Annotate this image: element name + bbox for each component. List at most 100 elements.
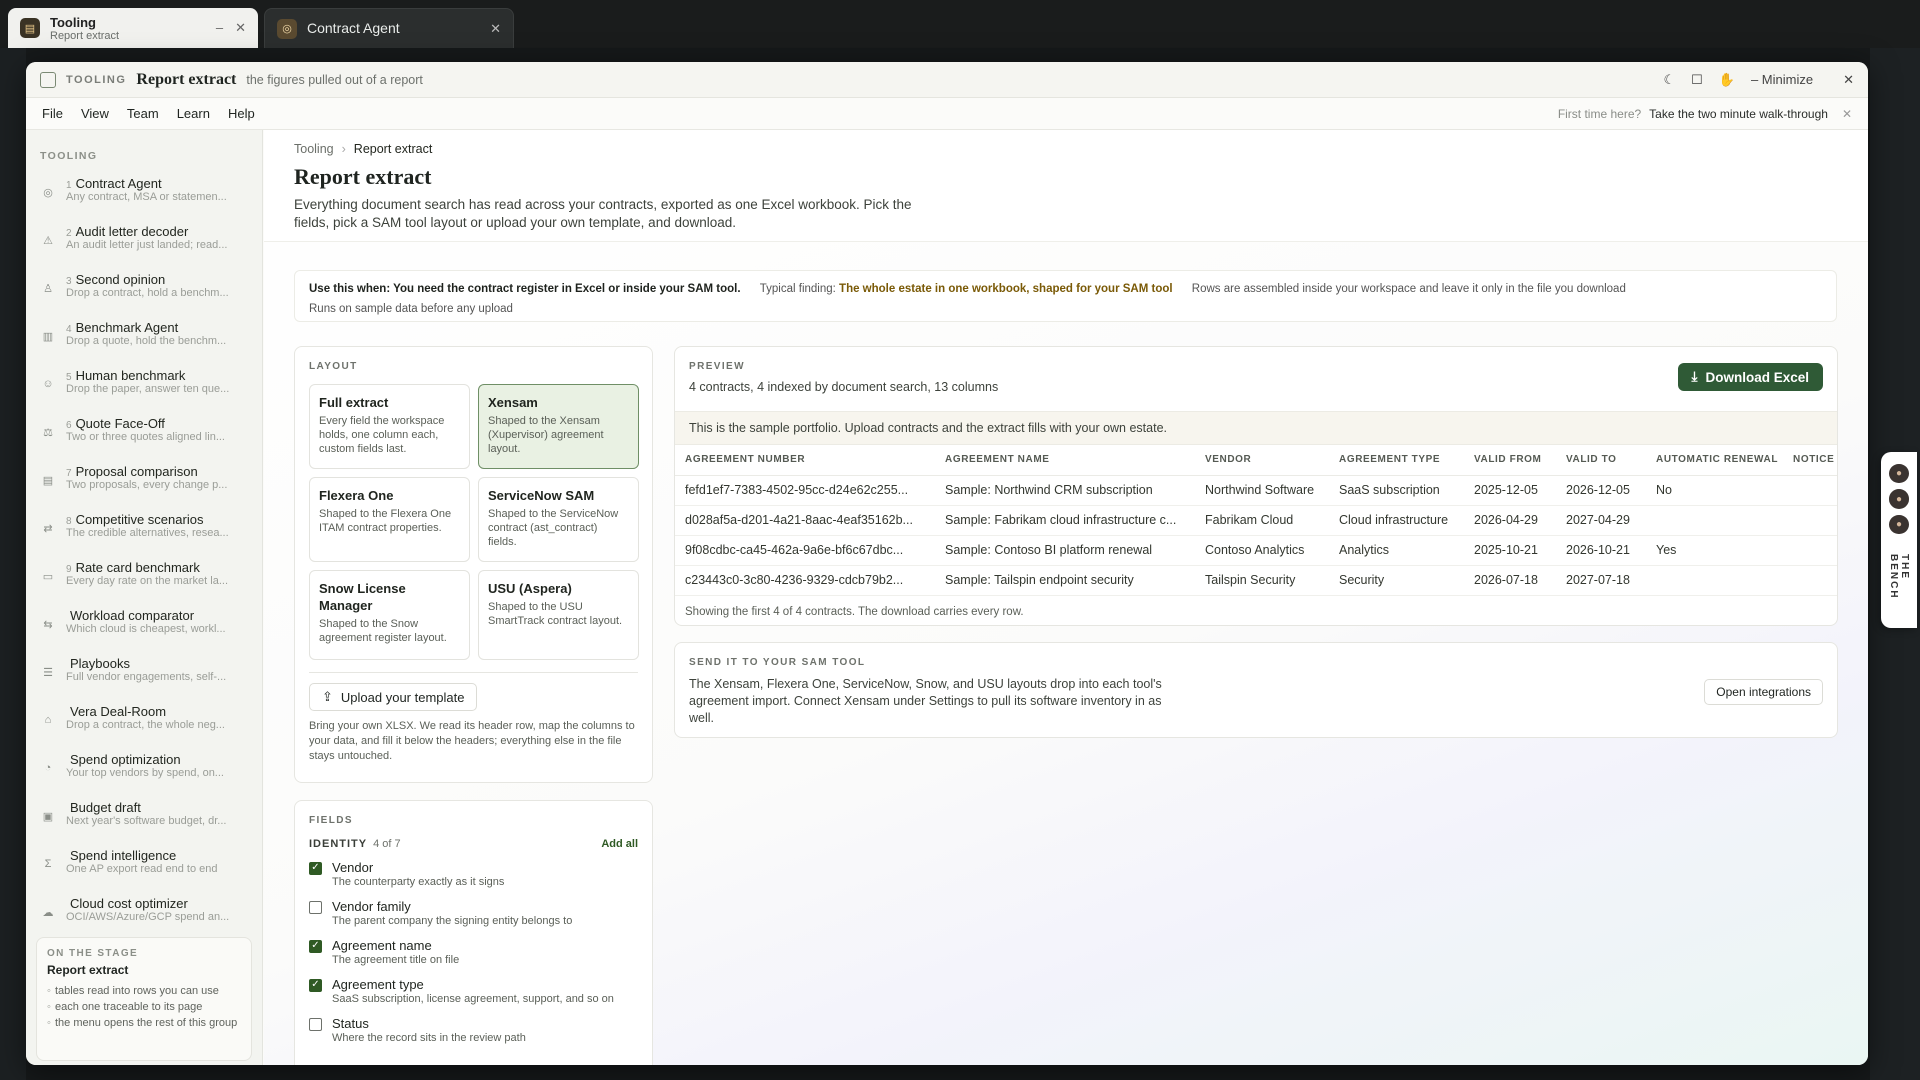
field-checkbox[interactable]: ✓	[309, 940, 322, 953]
tab-close-icon[interactable]: ✕	[235, 20, 246, 36]
bench-label: THE BENCH	[1888, 554, 1910, 600]
field-checkbox[interactable]: ✓	[309, 862, 322, 875]
field-name: Vendor	[332, 860, 374, 875]
close-icon[interactable]: ✕	[1843, 72, 1854, 88]
browser-tab-contract-agent[interactable]: ◎ Contract Agent ✕	[264, 8, 514, 48]
layout-option-card[interactable]: USU (Aspera) Shaped to the USU SmartTrac…	[478, 570, 639, 660]
sidebar-item[interactable]: ◎ 1 Contract Agent Any contract, MSA or s…	[26, 170, 262, 218]
column-header[interactable]: VALID TO	[1556, 445, 1646, 476]
window-titlebar: TOOLING Report extract the figures pulle…	[26, 62, 1868, 98]
sidebar-item[interactable]: ♙ 3 Second opinion Drop a contract, hold …	[26, 266, 262, 314]
sidebar-item-desc: Drop the paper, answer ten que...	[66, 383, 230, 395]
column-header[interactable]: NOTICE P	[1783, 445, 1837, 476]
layout-option-card[interactable]: Snow License Manager Shaped to the Snow …	[309, 570, 470, 660]
app-window: TOOLING Report extract the figures pulle…	[26, 62, 1868, 1065]
field-checkbox[interactable]	[309, 901, 322, 914]
sidebar-item[interactable]: ⌂ Vera Deal-Room Drop a contract, the wh…	[26, 698, 262, 746]
sidebar-item-label: 6 Quote Face-Off	[66, 416, 165, 431]
sidebar-item[interactable]: ☰ Playbooks Full vendor engagements, sel…	[26, 650, 262, 698]
field-checkbox[interactable]	[309, 1018, 322, 1031]
tab-close-icon[interactable]: ✕	[490, 21, 501, 37]
user-check-icon: ☺	[42, 378, 54, 390]
menu-view[interactable]: View	[81, 106, 109, 121]
download-excel-button[interactable]: ⤓ Download Excel	[1677, 363, 1823, 391]
field-checkbox[interactable]: ✓	[309, 979, 322, 992]
layout-options: Full extract Every field the workspace h…	[309, 384, 639, 660]
tab-title: Contract Agent	[307, 20, 400, 36]
layout-option-desc: Shaped to the Snow agreement register la…	[319, 618, 447, 644]
field-desc: The parent company the signing entity be…	[332, 915, 573, 927]
sidebar-item[interactable]: ▭ 9 Rate card benchmark Every day rate on…	[26, 554, 262, 602]
table-cell	[1646, 505, 1783, 536]
sidebar-item[interactable]: ⚠ 2 Audit letter decoder An audit letter …	[26, 218, 262, 266]
avatar[interactable]: ●	[1887, 462, 1911, 486]
tab-title: Tooling	[50, 14, 96, 30]
sidebar-item-desc: Your top vendors by spend, on...	[66, 767, 224, 779]
field-list: ✓ Vendor The counterparty exactly as it …	[309, 860, 638, 1045]
column-header[interactable]: AGREEMENT TYPE	[1329, 445, 1464, 476]
minimize-button[interactable]: – Minimize	[1751, 72, 1813, 87]
main-content: Tooling › Report extract Report extract …	[264, 130, 1868, 1065]
upload-help: Bring your own XLSX. We read its header …	[309, 720, 635, 762]
tab-minimize-icon[interactable]: –	[216, 20, 223, 36]
breadcrumb-parent[interactable]: Tooling	[294, 142, 334, 156]
sidebar-item[interactable]: ▤ 7 Proposal comparison Two proposals, ev…	[26, 458, 262, 506]
layout-option-card[interactable]: Full extract Every field the workspace h…	[309, 384, 470, 469]
layout-option-name: Flexera One	[319, 488, 394, 503]
sidebar-item[interactable]: ☺ 5 Human benchmark Drop the paper, answe…	[26, 362, 262, 410]
open-integrations-button[interactable]: Open integrations	[1704, 679, 1823, 705]
table-row[interactable]: c23443c0-3c80-4236-9329-cdcb79b2... Sampl…	[675, 565, 1837, 596]
column-header[interactable]: VENDOR	[1195, 445, 1329, 476]
column-header[interactable]: VALID FROM	[1464, 445, 1556, 476]
column-header[interactable]: AGREEMENT NUMBER	[675, 445, 935, 476]
menu-help[interactable]: Help	[228, 106, 255, 121]
column-header[interactable]: AUTOMATIC RENEWAL	[1646, 445, 1783, 476]
table-cell: d028af5a-d201-4a21-8aac-4eaf35162b...	[675, 505, 935, 536]
sidebar-item[interactable]: ▣ Budget draft Next year's software budg…	[26, 794, 262, 842]
table-cell: 2026-04-29	[1464, 505, 1556, 536]
layout-option-card[interactable]: Flexera One Shaped to the Flexera One IT…	[309, 477, 470, 562]
close-icon[interactable]: ✕	[1842, 107, 1852, 121]
sidebar-item[interactable]: ▥ 4 Benchmark Agent Drop a quote, hold th…	[26, 314, 262, 362]
divider	[309, 672, 638, 673]
layout-option-name: Snow License Manager	[319, 581, 406, 613]
table-cell: 2027-07-18	[1556, 565, 1646, 596]
upload-icon: ⇪	[322, 689, 333, 704]
menu-file[interactable]: File	[42, 106, 63, 121]
column-header[interactable]: AGREEMENT NAME	[935, 445, 1195, 476]
field-group-name: IDENTITY	[309, 838, 368, 850]
theme-moon-icon[interactable]: ☾	[1663, 72, 1675, 88]
stage-bullet: each one traceable to its page	[47, 999, 241, 1015]
hand-icon[interactable]: ✋	[1719, 72, 1735, 88]
sample-note: Runs on sample data before any upload	[309, 303, 513, 315]
layout-option-card[interactable]: Xensam Shaped to the Xensam (Xupervisor)…	[478, 384, 639, 469]
maximize-icon[interactable]: ☐	[1691, 72, 1703, 88]
table-row[interactable]: fefd1ef7-7383-4502-95cc-d24e62c255... Sam…	[675, 475, 1837, 506]
avatar[interactable]: ●	[1887, 512, 1911, 537]
sidebar-item[interactable]: ⇆ Workload comparator Which cloud is che…	[26, 602, 262, 650]
menu-learn[interactable]: Learn	[177, 106, 210, 121]
sidebar-item[interactable]: ☁ Cloud cost optimizer OCI/AWS/Azure/GCP…	[26, 890, 262, 938]
sidebar-item[interactable]: ⇄ 8 Competitive scenarios The credible al…	[26, 506, 262, 554]
sam-tool-panel: SEND IT TO YOUR SAM TOOL The Xensam, Fle…	[674, 642, 1838, 738]
walkthrough-link[interactable]: Take the two minute walk-through	[1649, 107, 1828, 121]
layout-option-card[interactable]: ServiceNow SAM Shaped to the ServiceNow …	[478, 477, 639, 562]
upload-template-button[interactable]: ⇪ Upload your template	[309, 683, 478, 711]
sidebar-item-desc: Full vendor engagements, self-...	[66, 671, 227, 683]
window-subtitle: the figures pulled out of a report	[246, 72, 423, 87]
the-bench-rail[interactable]: ● ● ● THE BENCH	[1881, 452, 1917, 628]
sidebar-item[interactable]: ◔ Spend optimization Your top vendors by…	[26, 746, 262, 794]
menu-team[interactable]: Team	[127, 106, 159, 121]
sidebar-item-label: 4 Benchmark Agent	[66, 320, 179, 335]
sidebar-item[interactable]: Σ Spend intelligence One AP export read …	[26, 842, 262, 890]
sidebar-item[interactable]: ⚖ 6 Quote Face-Off Two or three quotes al…	[26, 410, 262, 458]
table-row[interactable]: 9f08cdbc-ca45-462a-9a6e-bf6c67dbc... Samp…	[675, 535, 1837, 566]
add-all-button[interactable]: Add all	[601, 838, 638, 850]
sidebar-item-desc: Every day rate on the market la...	[66, 575, 229, 587]
sidebar-item-label: Spend optimization	[70, 752, 181, 767]
table-row[interactable]: d028af5a-d201-4a21-8aac-4eaf35162b... Sam…	[675, 505, 1837, 536]
table-cell: Yes	[1646, 535, 1783, 566]
browser-tab-tooling[interactable]: ▤ Tooling Report extract – ✕	[8, 8, 258, 48]
use-when-text: Use this when: You need the contract reg…	[309, 283, 741, 295]
avatar[interactable]: ●	[1887, 487, 1911, 511]
